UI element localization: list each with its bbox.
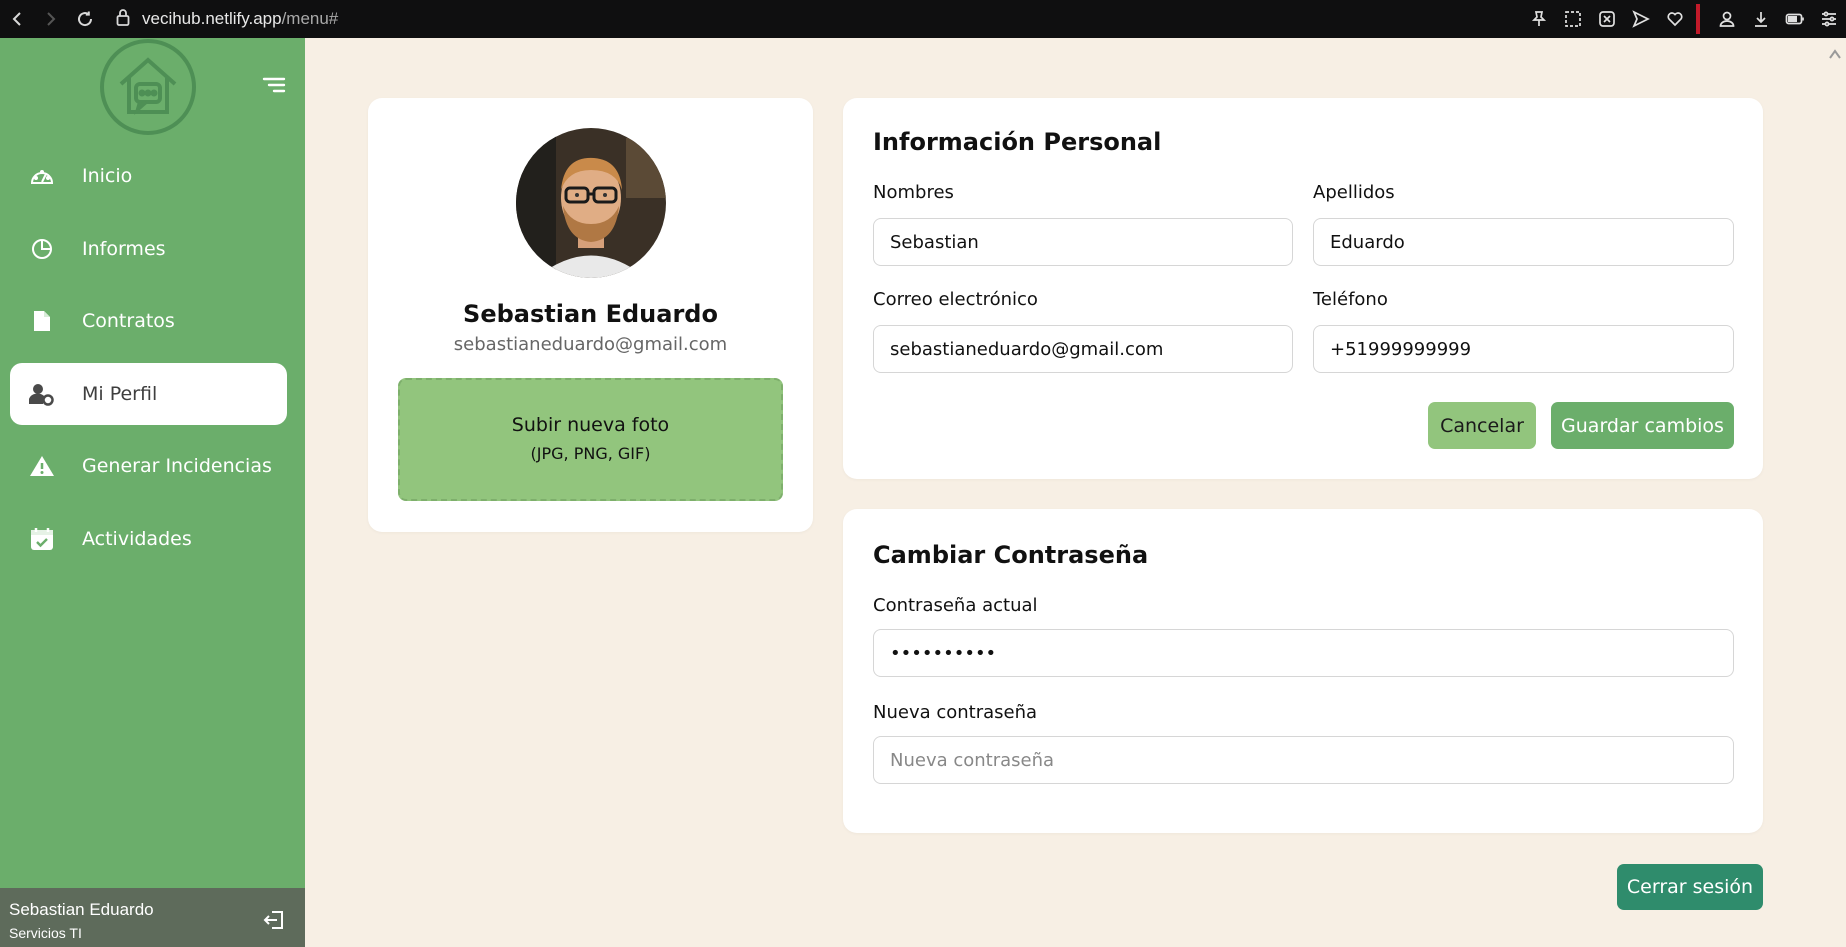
new-password-field[interactable] bbox=[873, 736, 1734, 784]
last-name-field[interactable] bbox=[1313, 218, 1734, 266]
scrollbar-up-arrow[interactable] bbox=[1829, 44, 1841, 59]
new-password-label: Nueva contraseña bbox=[873, 702, 1038, 723]
logout-button[interactable]: Cerrar sesión bbox=[1617, 864, 1763, 910]
upload-photo-dropzone[interactable]: Subir nueva foto (JPG, PNG, GIF) bbox=[398, 378, 783, 501]
cancel-button[interactable]: Cancelar bbox=[1428, 402, 1536, 449]
dashboard-icon bbox=[28, 162, 56, 190]
screenshot-icon[interactable] bbox=[1556, 0, 1590, 38]
sidebar-item-label: Actividades bbox=[82, 528, 192, 550]
download-icon[interactable] bbox=[1744, 0, 1778, 38]
heart-icon[interactable] bbox=[1658, 0, 1692, 38]
pie-chart-icon bbox=[28, 235, 56, 263]
app-logo[interactable] bbox=[99, 38, 197, 136]
profile-card: Sebastian Eduardo sebastianeduardo@gmail… bbox=[368, 98, 813, 532]
upload-photo-formats: (JPG, PNG, GIF) bbox=[530, 444, 651, 463]
forward-icon[interactable] bbox=[34, 0, 68, 38]
sidebar-item-informes[interactable]: Informes bbox=[10, 218, 287, 280]
profile-icon[interactable] bbox=[1710, 0, 1744, 38]
sidebar-item-mi-perfil[interactable]: Mi Perfil bbox=[10, 363, 287, 425]
logout-icon[interactable] bbox=[262, 908, 286, 932]
sidebar-user-panel: Sebastian Eduardo Servicios TI bbox=[0, 888, 305, 947]
warning-icon bbox=[28, 452, 56, 480]
sidebar-item-contratos[interactable]: Contratos bbox=[10, 290, 287, 352]
sidebar-user-role: Servicios TI bbox=[9, 925, 82, 941]
sidebar-item-inicio[interactable]: Inicio bbox=[10, 145, 287, 207]
url-host: vecihub.netlify.app bbox=[142, 9, 282, 28]
first-name-label: Nombres bbox=[873, 182, 954, 203]
lock-icon bbox=[116, 8, 130, 31]
sidebar-item-actividades[interactable]: Actividades bbox=[10, 508, 287, 570]
close-box-icon[interactable] bbox=[1590, 0, 1624, 38]
phone-field[interactable] bbox=[1313, 325, 1734, 373]
sidebar-item-label: Mi Perfil bbox=[82, 383, 158, 405]
calendar-check-icon bbox=[28, 525, 56, 553]
personal-info-title: Información Personal bbox=[873, 128, 1162, 156]
pin-icon[interactable] bbox=[1522, 0, 1556, 38]
sidebar-item-label: Contratos bbox=[82, 310, 175, 332]
email-field[interactable] bbox=[873, 325, 1293, 373]
reload-icon[interactable] bbox=[68, 0, 102, 38]
avatar bbox=[516, 128, 666, 278]
change-password-card: Cambiar Contraseña Contraseña actual Nue… bbox=[843, 509, 1763, 833]
browser-toolbar: vecihub.netlify.app/menu# bbox=[0, 0, 1846, 38]
last-name-label: Apellidos bbox=[1313, 182, 1395, 203]
address-bar[interactable]: vecihub.netlify.app/menu# bbox=[116, 8, 338, 31]
first-name-field[interactable] bbox=[873, 218, 1293, 266]
save-changes-button[interactable]: Guardar cambios bbox=[1551, 402, 1734, 449]
sidebar: Inicio Informes Contratos Mi Perfil Gene… bbox=[0, 38, 305, 947]
settings-icon[interactable] bbox=[1812, 0, 1846, 38]
menu-toggle-icon[interactable] bbox=[261, 74, 287, 96]
sidebar-item-generar-incidencias[interactable]: Generar Incidencias bbox=[10, 435, 287, 497]
browser-extensions bbox=[1522, 0, 1846, 38]
profile-name: Sebastian Eduardo bbox=[463, 300, 718, 328]
email-label: Correo electrónico bbox=[873, 289, 1038, 310]
back-icon[interactable] bbox=[0, 0, 34, 38]
url-path: /menu# bbox=[281, 9, 339, 28]
personal-info-card: Información Personal Nombres Apellidos C… bbox=[843, 98, 1763, 479]
change-password-title: Cambiar Contraseña bbox=[873, 541, 1149, 569]
sidebar-item-label: Generar Incidencias bbox=[82, 455, 272, 477]
sidebar-user-name: Sebastian Eduardo bbox=[9, 900, 154, 919]
sidebar-item-label: Inicio bbox=[82, 165, 133, 187]
current-password-field[interactable] bbox=[873, 629, 1734, 677]
send-icon[interactable] bbox=[1624, 0, 1658, 38]
user-gear-icon bbox=[28, 380, 56, 408]
document-icon bbox=[28, 307, 56, 335]
upload-photo-label: Subir nueva foto bbox=[511, 414, 670, 436]
battery-icon[interactable] bbox=[1778, 0, 1812, 38]
current-password-label: Contraseña actual bbox=[873, 595, 1038, 616]
phone-label: Teléfono bbox=[1313, 289, 1388, 310]
toolbar-divider bbox=[1696, 4, 1700, 34]
profile-email: sebastianeduardo@gmail.com bbox=[453, 334, 728, 355]
sidebar-item-label: Informes bbox=[82, 238, 166, 260]
